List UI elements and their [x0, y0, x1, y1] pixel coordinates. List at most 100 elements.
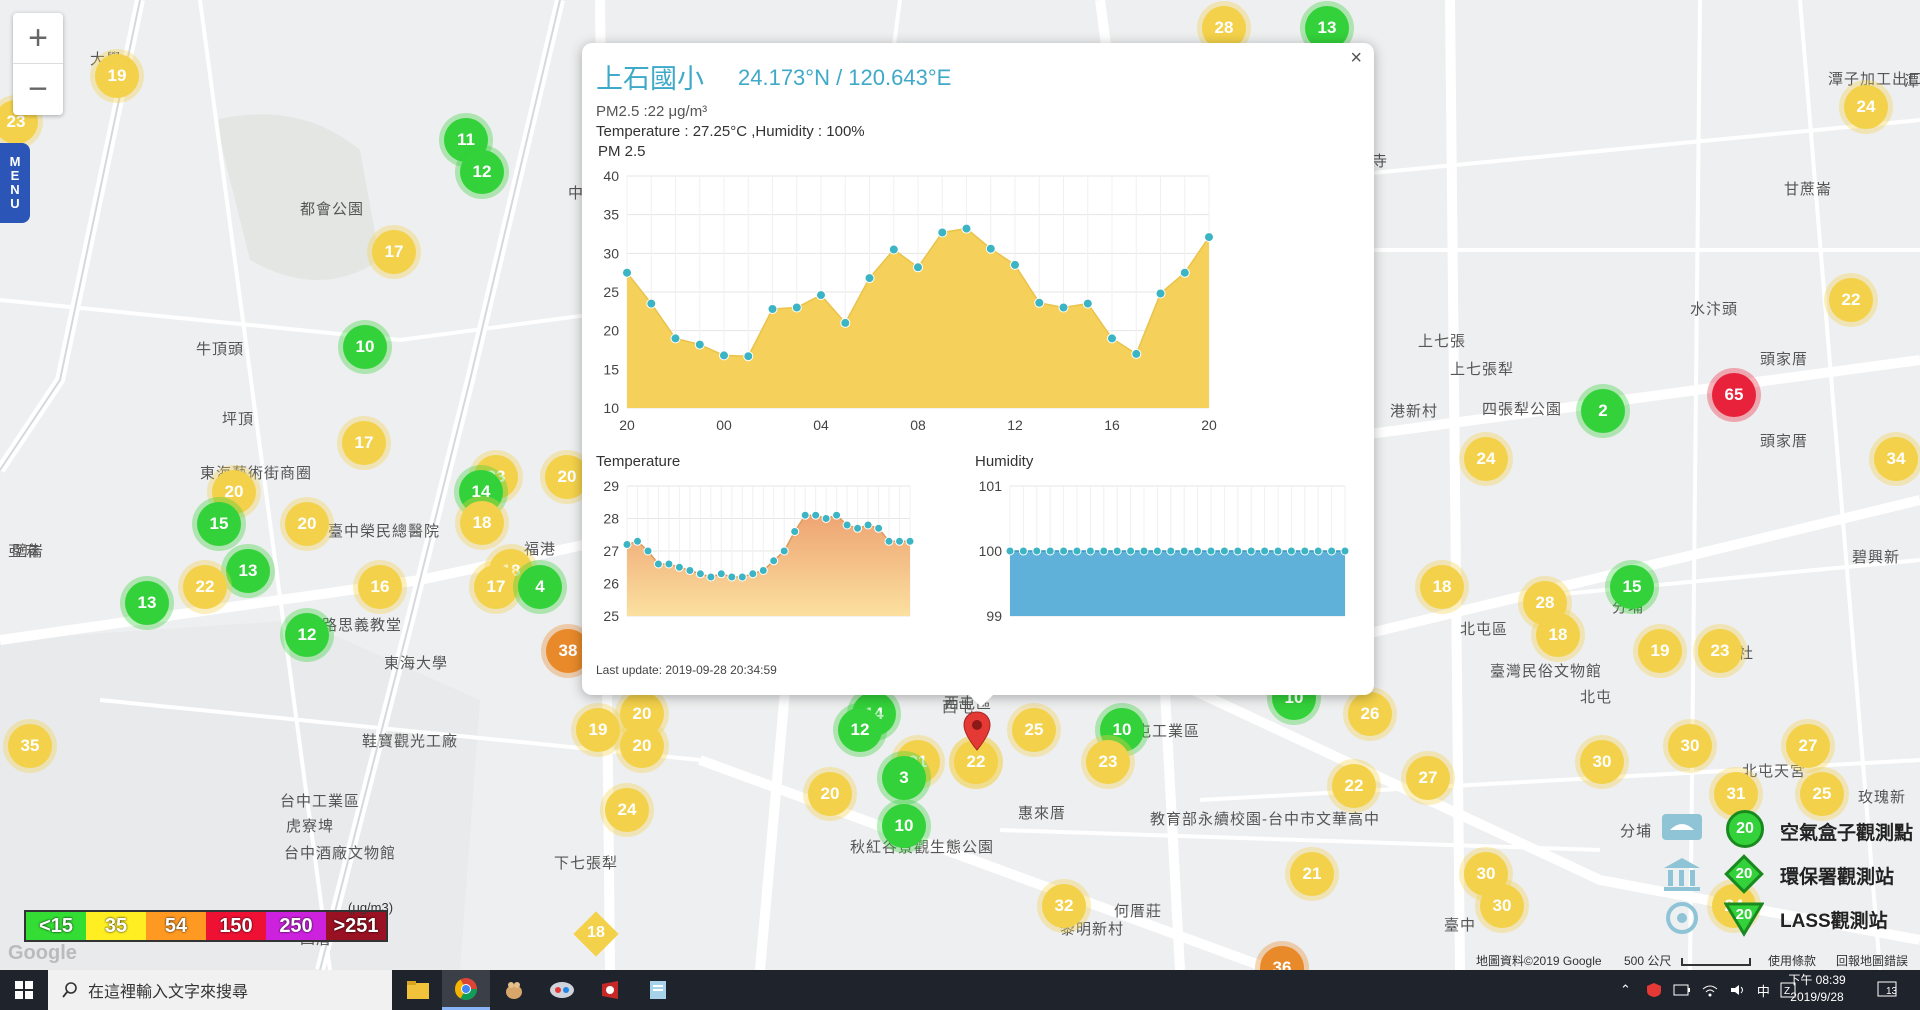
chrome-icon[interactable] — [442, 970, 490, 1010]
air-quality-marker[interactable]: 22 — [183, 565, 227, 609]
map-place-label: 上七張犁 — [1450, 361, 1515, 378]
air-quality-marker[interactable]: 16 — [358, 565, 402, 609]
air-quality-marker[interactable]: 65 — [1712, 373, 1756, 417]
map-place-label: 惠來厝 — [1018, 805, 1067, 822]
legend-item: 54 — [146, 912, 206, 940]
data-point — [1010, 259, 1020, 270]
marker-value: 17 — [486, 577, 506, 596]
report-map-error-link[interactable]: 回報地圖錯誤 — [1836, 952, 1908, 969]
air-quality-marker[interactable]: 25 — [1800, 772, 1844, 816]
selected-location-pin-icon[interactable] — [962, 710, 992, 754]
data-point — [1246, 546, 1256, 556]
air-quality-marker[interactable]: 17 — [474, 565, 518, 609]
file-explorer-icon[interactable] — [394, 970, 442, 1010]
marker-value: 10 — [1112, 720, 1132, 739]
volume-icon[interactable] — [1729, 983, 1747, 997]
data-point — [1072, 546, 1082, 556]
marker-value: 31 — [1726, 784, 1746, 803]
marker-value: 28 — [1535, 593, 1555, 612]
data-point — [1085, 546, 1095, 556]
air-quality-marker[interactable]: 12 — [460, 150, 504, 194]
air-quality-marker[interactable]: 12 — [285, 613, 329, 657]
air-quality-marker[interactable]: 15 — [197, 502, 241, 546]
air-quality-marker[interactable]: 18 — [1536, 613, 1580, 657]
air-quality-marker[interactable]: 13 — [125, 581, 169, 625]
air-quality-marker[interactable]: 19 — [1638, 629, 1682, 673]
map-place-label: 牛頂頭 — [196, 341, 245, 358]
marker-value: 18 — [472, 513, 492, 532]
data-point — [864, 273, 875, 284]
air-quality-marker[interactable]: 20 — [808, 772, 852, 816]
air-quality-marker[interactable]: 2 — [1581, 389, 1625, 433]
air-quality-marker[interactable]: 17 — [342, 421, 386, 465]
map-place-label: 港新村 — [1390, 403, 1439, 420]
notification-center-icon[interactable]: 13 — [1876, 980, 1900, 1000]
app-icon[interactable] — [538, 970, 586, 1010]
air-quality-marker[interactable]: 10 — [882, 804, 926, 848]
zoom-in-button[interactable]: + — [13, 13, 63, 64]
diamond-station-marker[interactable]: 18 — [573, 911, 619, 957]
air-quality-marker[interactable]: 22 — [1332, 764, 1376, 808]
security-icon[interactable] — [1645, 982, 1663, 998]
air-quality-marker[interactable]: 18 — [460, 501, 504, 545]
map-place-label: 碧興新 — [1852, 549, 1901, 566]
air-quality-marker[interactable]: 27 — [1786, 724, 1830, 768]
data-point — [1112, 546, 1122, 556]
last-update: Last update: 2019-09-28 20:34:59 — [596, 663, 777, 677]
air-quality-marker[interactable]: 30 — [1580, 740, 1624, 784]
taskbar-search-box[interactable]: 在這裡輸入文字來搜尋 — [48, 970, 392, 1010]
air-quality-marker[interactable]: 19 — [576, 708, 620, 752]
air-quality-marker[interactable]: 15 — [1610, 565, 1654, 609]
air-quality-marker[interactable]: 24 — [1844, 85, 1888, 129]
chevron-up-icon[interactable]: ⌃ — [1620, 982, 1631, 998]
data-point — [1179, 267, 1190, 278]
air-quality-marker[interactable]: 26 — [1348, 692, 1392, 736]
map-place-label: 潭子區 — [1904, 73, 1920, 90]
ime-indicator[interactable]: 中 — [1757, 981, 1770, 1000]
air-quality-marker[interactable]: 13 — [226, 549, 270, 593]
data-point — [840, 317, 851, 328]
air-quality-marker[interactable]: 25 — [1012, 708, 1056, 752]
menu-tab[interactable]: M E N U — [0, 143, 30, 223]
marker-value: 20 — [820, 784, 840, 803]
map-place-label: 東海大學 — [384, 655, 449, 672]
app-icon[interactable] — [490, 970, 538, 1010]
air-quality-marker[interactable]: 24 — [1464, 437, 1508, 481]
air-quality-marker[interactable]: 23 — [1086, 740, 1130, 784]
air-quality-marker[interactable]: 12 — [838, 708, 882, 752]
air-quality-marker[interactable]: 27 — [1406, 756, 1450, 800]
air-quality-marker[interactable]: 30 — [1480, 884, 1524, 928]
air-quality-marker[interactable]: 20 — [285, 502, 329, 546]
air-quality-marker[interactable]: 19 — [95, 54, 139, 98]
air-quality-marker[interactable]: 3 — [882, 756, 926, 800]
government-building-icon — [1664, 858, 1700, 891]
air-quality-marker[interactable]: 4 — [518, 565, 562, 609]
app-icon[interactable] — [634, 970, 682, 1010]
air-quality-marker[interactable]: 35 — [8, 724, 52, 768]
battery-icon[interactable] — [1673, 983, 1691, 997]
marker-value: 23 — [1098, 752, 1118, 771]
marker-value: 35 — [20, 736, 40, 755]
air-quality-marker[interactable]: 31 — [1714, 772, 1758, 816]
data-point — [779, 546, 789, 556]
taskbar-clock[interactable]: 下午 08:39 2019/9/28 — [1782, 972, 1852, 1006]
data-point — [716, 569, 726, 579]
air-quality-marker[interactable]: 18 — [1420, 565, 1464, 609]
windows-start-button[interactable] — [0, 970, 48, 1010]
y-tick-label: 27 — [603, 543, 619, 559]
air-quality-marker[interactable]: 22 — [1829, 278, 1873, 322]
air-quality-marker[interactable]: 34 — [1874, 437, 1918, 481]
zoom-out-button[interactable]: − — [13, 64, 63, 115]
terms-link[interactable]: 使用條款 — [1768, 952, 1816, 969]
app-icon[interactable] — [586, 970, 634, 1010]
air-quality-marker[interactable]: 21 — [1290, 852, 1334, 896]
air-quality-marker[interactable]: 17 — [372, 230, 416, 274]
air-quality-marker[interactable]: 30 — [1668, 724, 1712, 768]
air-quality-marker[interactable]: 24 — [605, 788, 649, 832]
air-quality-marker[interactable]: 10 — [343, 325, 387, 369]
wifi-icon[interactable] — [1701, 983, 1719, 997]
marker-value: 23 — [6, 112, 26, 131]
air-quality-marker[interactable]: 20 — [620, 724, 664, 768]
air-quality-marker[interactable]: 32 — [1042, 884, 1086, 928]
air-quality-marker[interactable]: 23 — [1698, 629, 1742, 673]
